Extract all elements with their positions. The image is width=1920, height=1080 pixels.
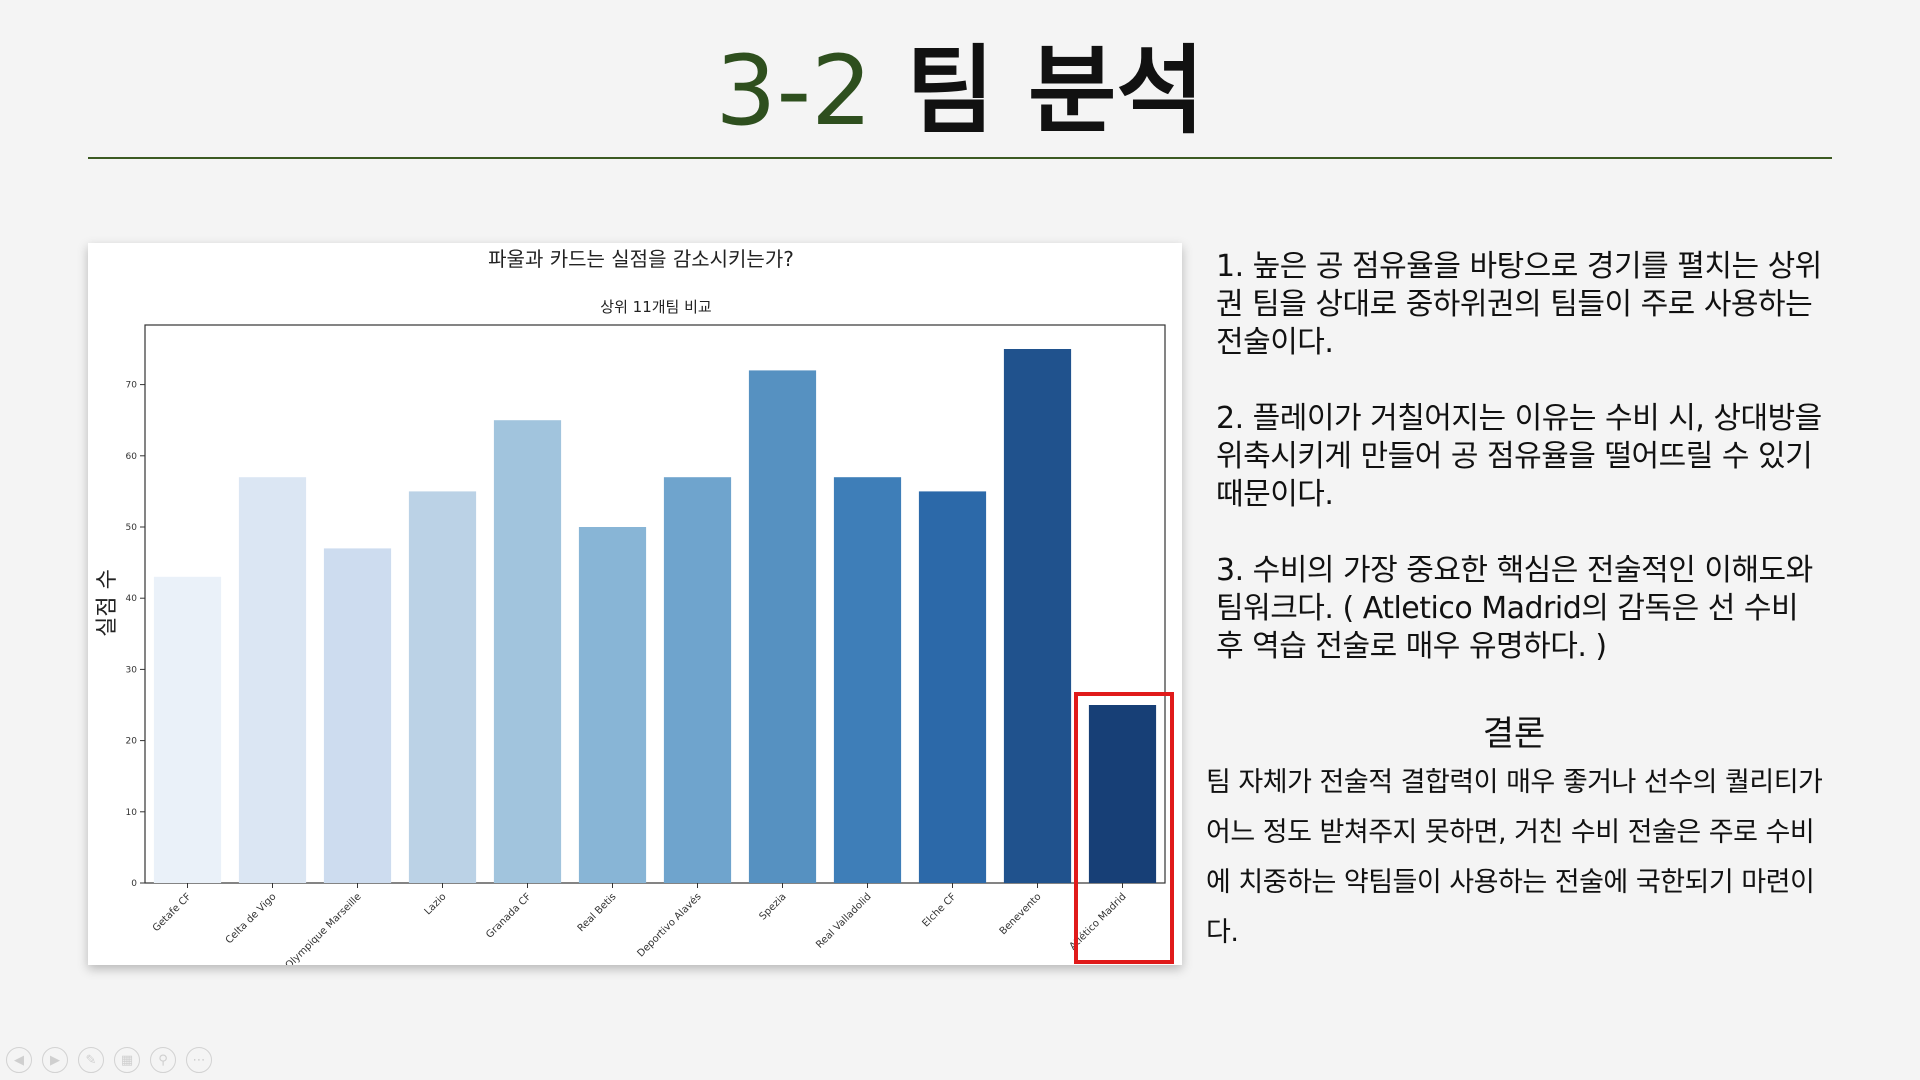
- bar-9: [833, 477, 902, 883]
- y-tick-label: 20: [126, 737, 138, 747]
- y-tick-label: 50: [126, 523, 138, 533]
- y-ticks-group: 0 10 20 30 40 50 60 70: [126, 381, 145, 889]
- y-tick-label: 0: [131, 879, 137, 889]
- x-tick-label: Real Betis: [576, 891, 619, 934]
- pen-icon[interactable]: ✎: [78, 1047, 104, 1073]
- x-tick-label: Deportivo Alavés: [635, 891, 704, 960]
- y-tick-label: 60: [126, 452, 138, 462]
- chart-title: 파울과 카드는 실점을 감소시키는가?: [488, 247, 794, 271]
- prev-icon[interactable]: ◀: [6, 1047, 32, 1073]
- bar-2: [238, 477, 307, 883]
- x-tick-label: Lazio: [423, 891, 449, 917]
- x-tick-label: Getafe CF: [151, 891, 194, 934]
- analysis-paragraph-2: 2. 플레이가 거칠어지는 이유는 수비 시, 상대방을 위축시키게 만들어 공…: [1216, 401, 1822, 512]
- analysis-text-panel: 1. 높은 공 점유율을 바탕으로 경기를 펼치는 상위권 팀을 상대로 중하위…: [1216, 248, 1826, 704]
- slide-title: 3-2 팀 분석: [0, 36, 1920, 146]
- bar-5: [493, 420, 562, 883]
- y-tick-label: 40: [126, 594, 138, 604]
- x-tick-label: Celta de Vigo: [224, 891, 279, 946]
- bar-8: [748, 370, 817, 883]
- y-tick-label: 70: [126, 381, 138, 391]
- bar-1: [153, 576, 222, 883]
- bar-3: [323, 548, 392, 883]
- x-ticks-group: Getafe CF Celta de Vigo Olympique Marseill…: [151, 883, 1129, 965]
- slideshow-nav-bar: ◀ ▶ ✎ ▦ ⚲ ⋯: [6, 1046, 212, 1074]
- y-tick-label: 10: [126, 808, 138, 818]
- x-tick-label: Benevento: [998, 891, 1044, 937]
- slide-title-number: 3-2: [715, 35, 873, 147]
- zoom-icon[interactable]: ⚲: [150, 1047, 176, 1073]
- analysis-paragraph-3: 3. 수비의 가장 중요한 핵심은 전술적인 이해도와 팀워크다. ( Atle…: [1216, 553, 1813, 664]
- bar-4: [408, 491, 477, 883]
- bar-10: [918, 491, 987, 883]
- conclusion-title: 결론: [1482, 714, 1546, 754]
- highlight-box-atletico: [1074, 692, 1174, 964]
- title-divider: [88, 157, 1832, 159]
- analysis-paragraph-1: 1. 높은 공 점유율을 바탕으로 경기를 펼치는 상위권 팀을 상대로 중하위…: [1216, 249, 1822, 360]
- x-tick-label: Granada CF: [484, 891, 534, 941]
- conclusion-text: 팀 자체가 전술적 결합력이 매우 좋거나 선수의 퀄리티가 어느 정도 받쳐주…: [1206, 767, 1823, 948]
- bar-chart: 파울과 카드는 실점을 감소시키는가? 상위 11개팀 비교 실점 수 0 10 2…: [95, 247, 1166, 965]
- next-icon[interactable]: ▶: [42, 1047, 68, 1073]
- bars-group: [153, 349, 1157, 883]
- more-icon[interactable]: ⋯: [186, 1047, 212, 1073]
- x-tick-label: Real Valladolid: [814, 891, 873, 950]
- x-tick-label: Elche CF: [920, 891, 958, 929]
- slide-title-text: 팀 분석: [906, 35, 1205, 147]
- x-tick-label: Spezia: [757, 891, 788, 922]
- bar-6: [578, 527, 647, 883]
- chart-subtitle: 상위 11개팀 비교: [600, 298, 711, 316]
- y-tick-label: 30: [126, 665, 138, 675]
- bar-7: [663, 477, 732, 883]
- bar-chart-card: 파울과 카드는 실점을 감소시키는가? 상위 11개팀 비교 실점 수 0 10 2…: [88, 243, 1182, 965]
- x-tick-label: Olympique Marseille: [284, 891, 364, 965]
- bar-11: [1003, 349, 1072, 883]
- slides-icon[interactable]: ▦: [114, 1047, 140, 1073]
- chart-y-axis-label: 실점 수: [95, 569, 120, 637]
